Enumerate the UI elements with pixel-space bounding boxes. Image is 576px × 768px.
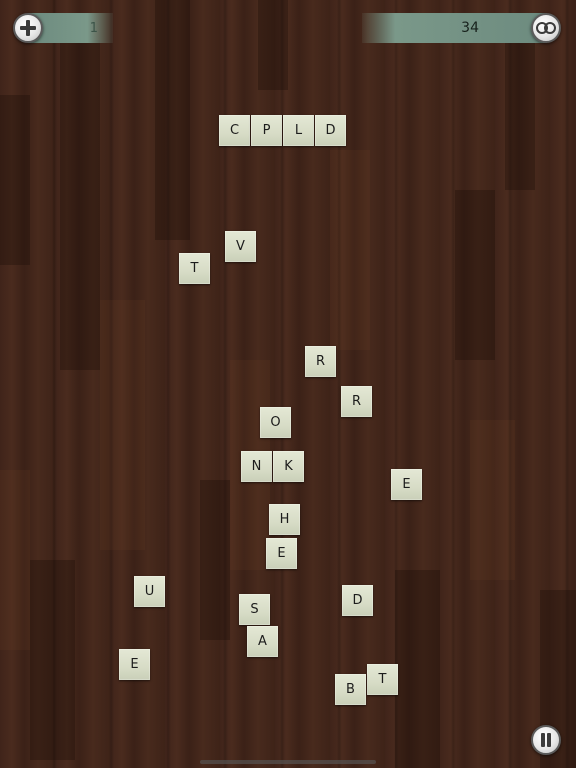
letter-tile[interactable]: T — [367, 664, 398, 695]
letter-tile[interactable]: T — [179, 253, 210, 284]
linked-rings-icon — [536, 22, 556, 34]
letter-tile[interactable]: H — [269, 504, 300, 535]
letter-tile[interactable]: C — [219, 115, 250, 146]
pause-button[interactable] — [531, 725, 561, 755]
letter-tile[interactable]: S — [239, 594, 270, 625]
wood-plank — [200, 480, 230, 640]
letter-tile[interactable]: B — [335, 674, 366, 705]
right-score-bar: 34 — [362, 13, 547, 43]
letter-tile[interactable]: O — [260, 407, 291, 438]
letter-tile[interactable]: E — [391, 469, 422, 500]
wood-plank — [330, 150, 370, 350]
wood-plank — [455, 190, 495, 360]
letter-tile[interactable]: K — [273, 451, 304, 482]
wood-plank — [30, 560, 75, 760]
letter-tile[interactable]: E — [266, 538, 297, 569]
letter-tile[interactable]: D — [315, 115, 346, 146]
wood-plank — [258, 0, 288, 90]
wood-plank — [100, 300, 145, 550]
letter-tile[interactable]: P — [251, 115, 282, 146]
wood-plank — [155, 0, 190, 240]
add-button[interactable] — [13, 13, 43, 43]
letter-tile[interactable]: R — [305, 346, 336, 377]
letter-tile[interactable]: N — [241, 451, 272, 482]
linked-rings-button[interactable] — [531, 13, 561, 43]
plus-icon — [20, 20, 36, 36]
home-indicator — [200, 760, 376, 764]
right-score-value: 34 — [461, 20, 479, 36]
wood-plank — [505, 40, 535, 190]
letter-tile[interactable]: A — [247, 626, 278, 657]
wood-plank — [395, 570, 440, 768]
wood-plank — [60, 40, 100, 370]
letter-tile[interactable]: E — [119, 649, 150, 680]
wood-plank — [0, 95, 30, 265]
letter-tile[interactable]: L — [283, 115, 314, 146]
pause-icon — [540, 733, 552, 747]
letter-tile[interactable]: U — [134, 576, 165, 607]
letter-tile[interactable]: R — [341, 386, 372, 417]
letter-tile[interactable]: V — [225, 231, 256, 262]
letter-tile[interactable]: D — [342, 585, 373, 616]
wood-plank — [0, 470, 30, 650]
left-score-value: 1 — [89, 20, 98, 36]
wood-plank — [470, 420, 515, 580]
